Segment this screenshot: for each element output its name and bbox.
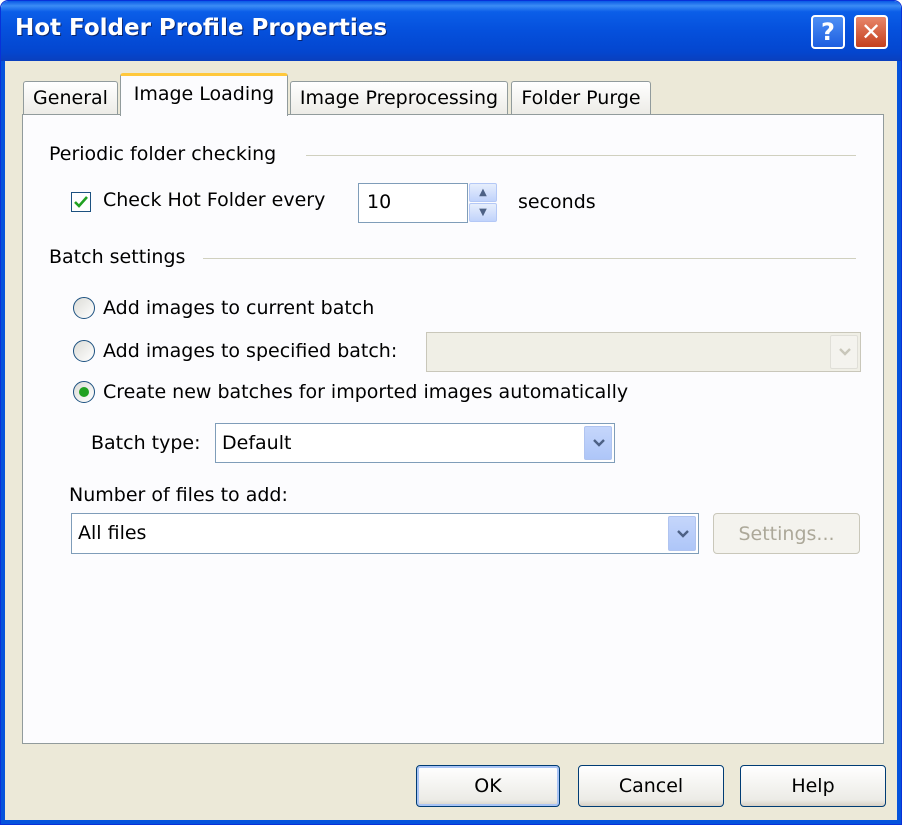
- tab-folder-purge[interactable]: Folder Purge: [511, 81, 651, 115]
- batch-type-combo[interactable]: Default: [215, 423, 615, 463]
- chevron-down-icon[interactable]: [584, 426, 612, 460]
- specified-batch-combo: [426, 332, 861, 372]
- files-to-add-label: Number of files to add:: [69, 484, 288, 506]
- periodic-group-label: Periodic folder checking: [49, 143, 277, 165]
- chevron-down-icon[interactable]: [668, 516, 696, 551]
- tab-general[interactable]: General: [23, 81, 118, 115]
- batch-group-divider: [203, 258, 856, 259]
- radio-selected-dot: [79, 387, 89, 397]
- help-title-button[interactable]: ?: [811, 15, 845, 49]
- settings-button: Settings...: [713, 513, 860, 554]
- radio-new-batches-label[interactable]: Create new batches for imported images a…: [103, 381, 628, 403]
- tab-image-preprocessing[interactable]: Image Preprocessing: [290, 81, 508, 115]
- tab-panel: Periodic folder checking Check Hot Folde…: [22, 114, 884, 744]
- close-button[interactable]: ✕: [854, 15, 888, 49]
- spin-up-icon[interactable]: ▲: [469, 183, 497, 202]
- radio-specified-batch-label[interactable]: Add images to specified batch:: [103, 340, 397, 362]
- spin-down-icon[interactable]: ▼: [469, 203, 497, 222]
- batch-type-label: Batch type:: [91, 432, 201, 454]
- interval-input[interactable]: 10: [358, 183, 468, 223]
- checkmark-icon: [74, 196, 88, 208]
- ok-button[interactable]: OK: [416, 765, 560, 807]
- window-border-left: [1, 61, 5, 824]
- radio-new-batches[interactable]: [73, 381, 95, 403]
- title-bar[interactable]: Hot Folder Profile Properties ? ✕: [1, 1, 901, 61]
- help-button[interactable]: Help: [740, 765, 886, 807]
- dialog-window: Hot Folder Profile Properties ? ✕ Genera…: [0, 0, 902, 825]
- radio-current-batch[interactable]: [73, 297, 95, 319]
- window-border-right: [897, 61, 901, 824]
- radio-current-batch-label[interactable]: Add images to current batch: [103, 297, 374, 319]
- cancel-button[interactable]: Cancel: [578, 765, 724, 807]
- window-title: Hot Folder Profile Properties: [15, 15, 388, 41]
- chevron-down-icon: [830, 335, 858, 369]
- radio-specified-batch[interactable]: [73, 340, 95, 362]
- files-to-add-combo[interactable]: All files: [71, 513, 699, 554]
- check-hot-folder-checkbox[interactable]: [71, 192, 91, 212]
- window-border-bottom: [1, 820, 901, 824]
- interval-spinner[interactable]: ▲ ▼: [469, 183, 497, 223]
- check-hot-folder-label[interactable]: Check Hot Folder every: [103, 189, 325, 211]
- batch-type-value: Default: [222, 432, 292, 454]
- files-to-add-value: All files: [78, 522, 147, 544]
- periodic-group-divider: [306, 155, 856, 156]
- tab-image-loading[interactable]: Image Loading: [120, 73, 288, 116]
- batch-group-label: Batch settings: [49, 246, 186, 268]
- seconds-label: seconds: [518, 191, 596, 213]
